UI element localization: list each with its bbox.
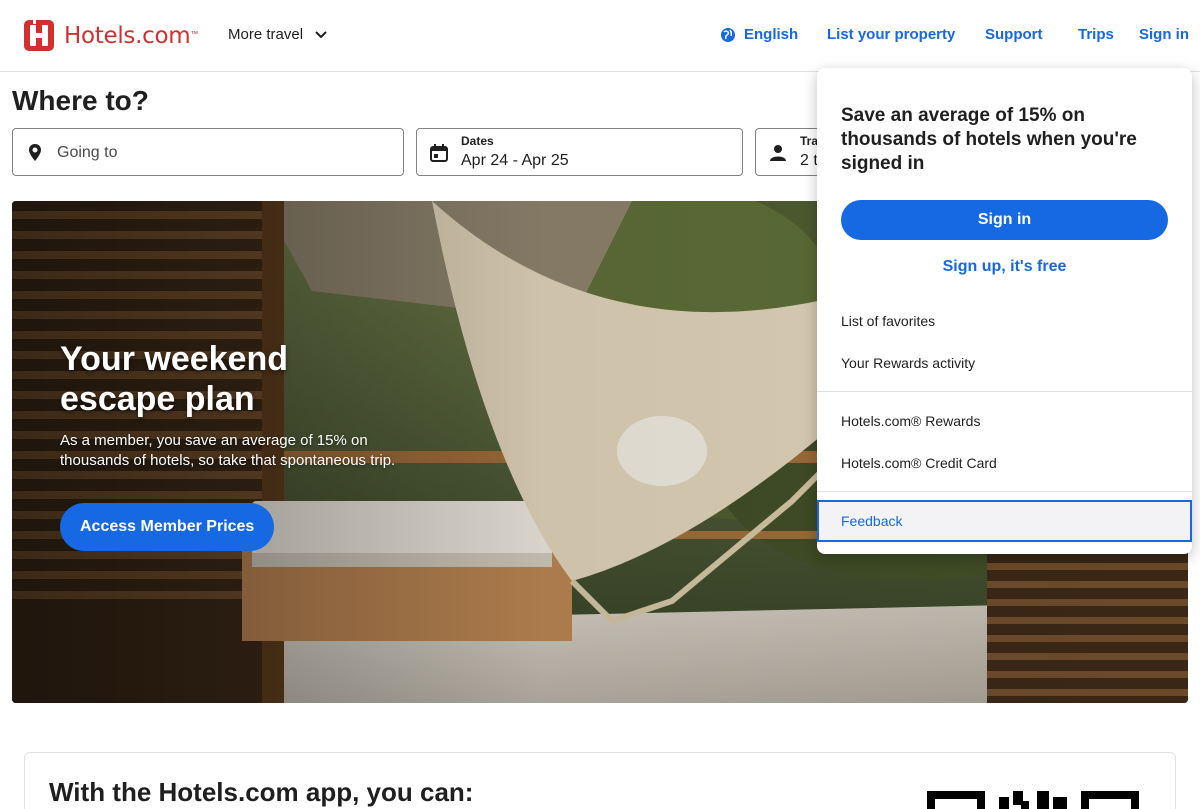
- hotels-logo-icon: [24, 20, 54, 51]
- dropdown-headline: Save an average of 15% on thousands of h…: [841, 105, 1137, 174]
- dropdown-sign-in-button[interactable]: Sign in: [841, 200, 1168, 240]
- credit-card-link[interactable]: Hotels.com® Credit Card: [841, 455, 997, 471]
- dropdown-divider: [817, 491, 1192, 492]
- logo-trademark: ™: [190, 29, 199, 39]
- feedback-label: Feedback: [841, 513, 903, 529]
- dates-field[interactable]: Dates Apr 24 - Apr 25: [416, 128, 743, 176]
- support-link[interactable]: Support: [985, 26, 1043, 43]
- app-promo-title: With the Hotels.com app, you can:: [49, 777, 474, 807]
- page-title: Where to?: [12, 85, 149, 116]
- chevron-down-icon: [315, 30, 327, 38]
- favorites-link[interactable]: List of favorites: [841, 313, 935, 329]
- hero-subtitle: As a member, you save an average of 15% …: [60, 432, 396, 469]
- language-label: English: [744, 26, 799, 43]
- person-icon: [770, 145, 786, 161]
- rewards-activity-link[interactable]: Your Rewards activity: [841, 355, 975, 371]
- going-to-field[interactable]: Going to: [12, 128, 404, 176]
- access-member-prices-button[interactable]: Access Member Prices: [60, 503, 275, 551]
- dates-value: Apr 24 - Apr 25: [461, 152, 569, 169]
- logo-text: Hotels.com: [64, 22, 191, 49]
- sign-up-link[interactable]: Sign up, it's free: [841, 258, 1168, 276]
- rewards-program-link[interactable]: Hotels.com® Rewards: [841, 413, 980, 429]
- list-property-link[interactable]: List your property: [827, 26, 955, 43]
- location-pin-icon: [29, 144, 41, 161]
- globe-icon: [721, 27, 735, 42]
- trips-link[interactable]: Trips: [1078, 26, 1114, 43]
- dropdown-divider: [817, 391, 1192, 392]
- calendar-icon: [430, 144, 448, 162]
- qr-code-image: [927, 791, 1139, 809]
- feedback-item[interactable]: Feedback: [817, 500, 1192, 542]
- going-to-placeholder: Going to: [57, 144, 118, 161]
- travelers-label: Tra: [800, 134, 819, 148]
- account-dropdown: Save an average of 15% on thousands of h…: [817, 68, 1192, 554]
- travelers-value: 2 t: [800, 152, 818, 169]
- hero-title: Your weekend escape plan: [60, 340, 288, 418]
- site-header: Hotels.com™ More travel English List you…: [0, 0, 1200, 72]
- dates-label: Dates: [461, 134, 494, 148]
- hotels-logo[interactable]: Hotels.com™: [24, 20, 198, 51]
- header-sign-in-link[interactable]: Sign in: [1139, 26, 1189, 43]
- app-promo-card: With the Hotels.com app, you can:: [24, 752, 1176, 809]
- more-travel-label: More travel: [228, 26, 304, 43]
- language-selector[interactable]: English: [720, 26, 798, 43]
- more-travel-menu[interactable]: More travel: [228, 26, 327, 43]
